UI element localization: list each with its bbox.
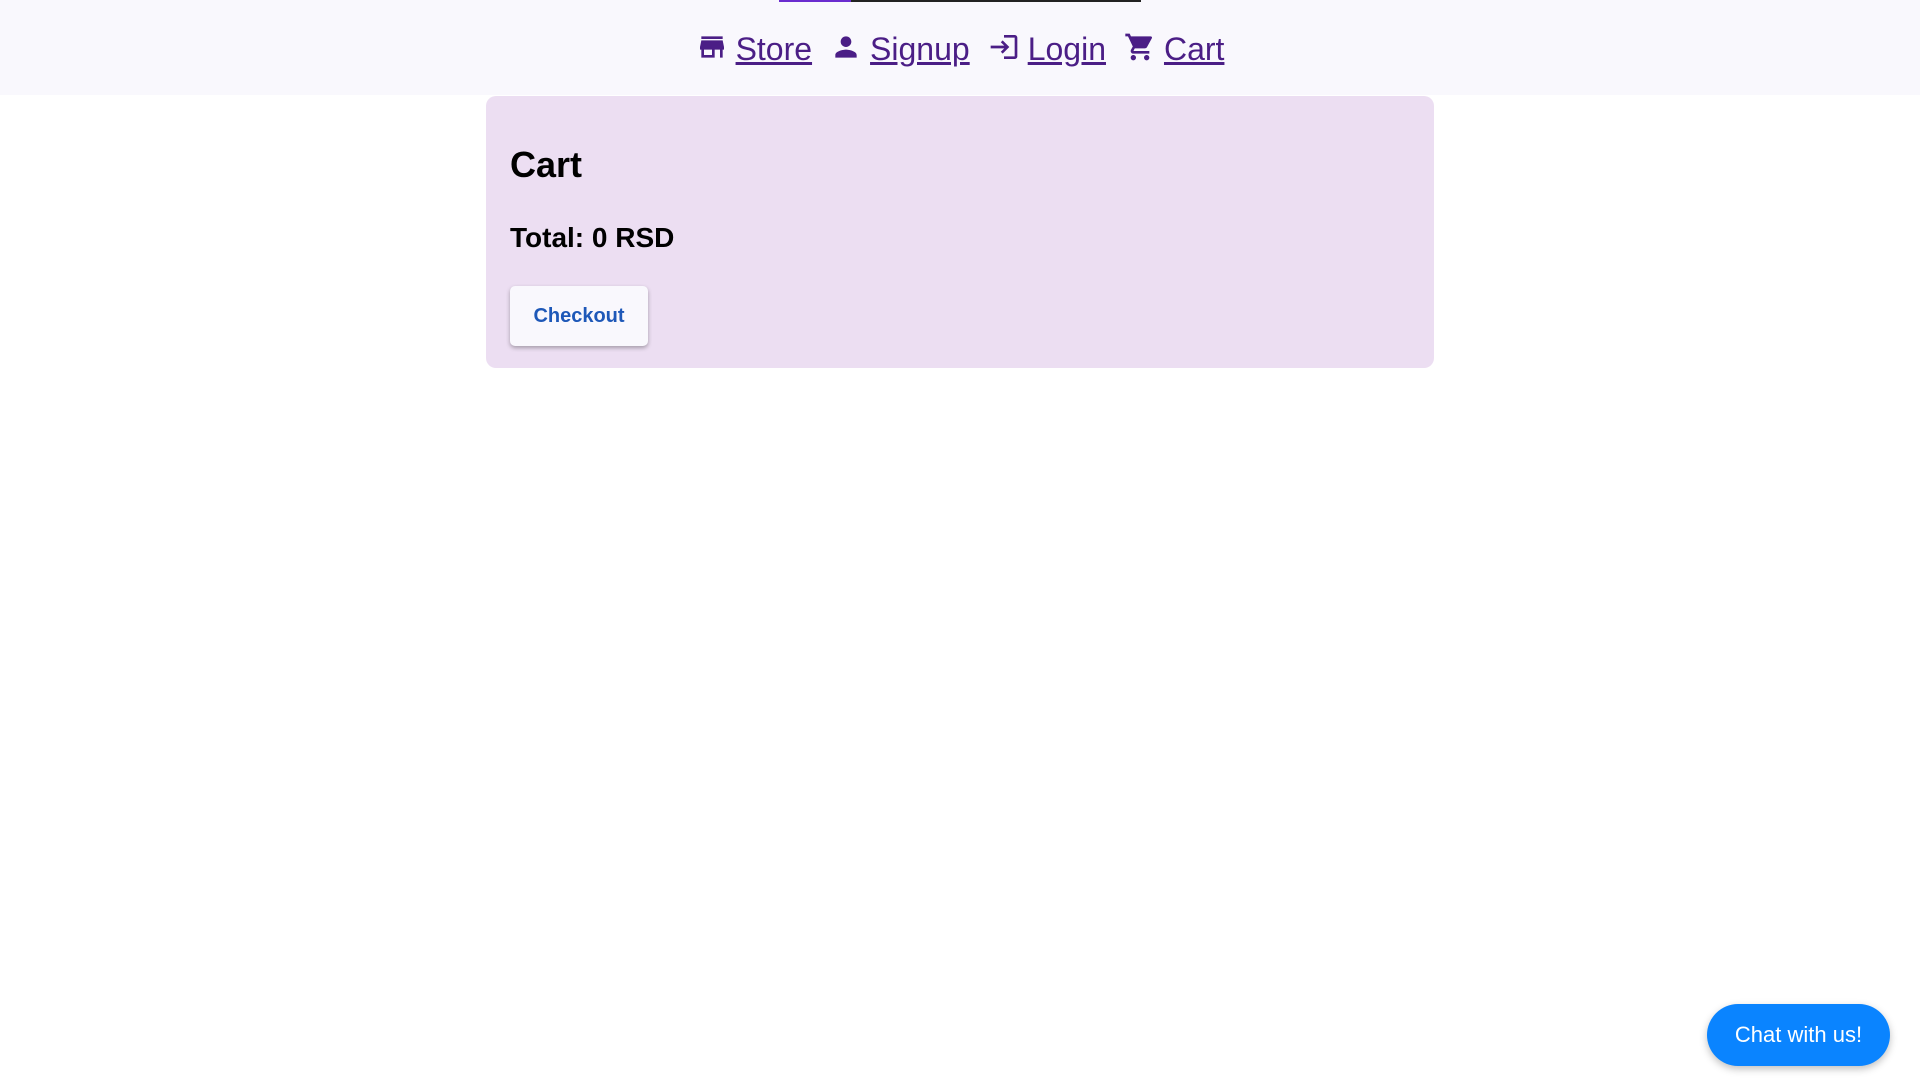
cart-total: Total: 0 RSD (510, 222, 675, 253)
main-nav: Store Signup Login Cart (0, 24, 1920, 74)
store-icon (696, 27, 728, 59)
nav-link-cart[interactable]: Cart (1124, 24, 1224, 74)
cart-title: Cart (510, 144, 583, 185)
checkout-button[interactable]: Checkout (510, 286, 648, 346)
login-icon (988, 27, 1020, 59)
nav-link-signup[interactable]: Signup (830, 24, 970, 74)
person-icon (830, 27, 862, 59)
loading-progress-bar (779, 0, 1141, 2)
cart-panel: Cart Total: 0 RSD Checkout (486, 96, 1434, 368)
top-nav-bar: Store Signup Login Cart (0, 0, 1920, 95)
nav-link-label: Login (1027, 31, 1106, 67)
nav-link-login[interactable]: Login (988, 24, 1106, 74)
nav-link-label: Cart (1163, 31, 1225, 67)
nav-link-store[interactable]: Store (696, 24, 812, 74)
loading-progress-fill (779, 0, 852, 2)
nav-link-label: Store (735, 31, 813, 67)
cart-icon (1124, 27, 1156, 61)
nav-link-label: Signup (870, 31, 970, 67)
chat-with-us-button[interactable]: Chat with us! (1707, 1004, 1890, 1066)
